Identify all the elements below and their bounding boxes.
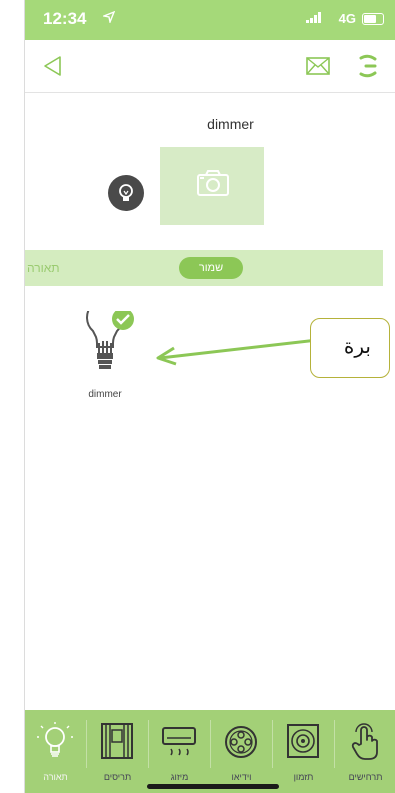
window-blinds-icon [101, 723, 133, 759]
signal-icon [306, 12, 321, 23]
tab-label: תריסים [103, 772, 132, 782]
back-icon[interactable] [41, 54, 65, 78]
tab-air-conditioning[interactable]: מיזוג [149, 710, 210, 793]
tab-label: וידיאו [231, 772, 252, 782]
app-screen: 12:34 4G dimmer תאורה שמור dimmer תאורה … [24, 0, 395, 793]
tab-blinds[interactable]: תריסים [87, 710, 148, 793]
annotation-callout: برة [310, 318, 390, 378]
tab-label: תאורה [43, 772, 68, 782]
category-bar: תאורה שמור [25, 250, 383, 286]
top-nav-bar [25, 40, 395, 93]
tab-video[interactable]: וידיאו [211, 710, 272, 793]
home-indicator [147, 784, 279, 789]
tab-scenarios[interactable]: תרחישים [335, 710, 395, 793]
device-photo-placeholder[interactable] [160, 147, 264, 225]
bottom-tab-bar: תאורה תריסים מיזוג וידיאו תזמון תרחישים [25, 710, 395, 793]
callout-text: برة [343, 334, 371, 358]
battery-icon [362, 13, 384, 25]
device-tile-label: dimmer [88, 389, 122, 400]
timer-icon [287, 724, 319, 758]
device-title: dimmer [207, 116, 254, 132]
status-bar: 12:34 4G [25, 0, 395, 40]
lightbulb-icon [37, 722, 73, 757]
mail-icon[interactable] [305, 54, 331, 78]
device-tile-dimmer[interactable]: dimmer [65, 298, 145, 403]
lightbulb-icon [86, 298, 134, 369]
status-time: 12:34 [43, 9, 87, 28]
location-arrow-icon [103, 11, 115, 23]
category-label: תאורה [27, 261, 60, 275]
film-reel-icon [225, 726, 257, 758]
lightbulb-icon[interactable] [108, 175, 144, 211]
tab-label: תזמון [293, 772, 314, 782]
refresh-icon[interactable] [357, 52, 379, 80]
tab-label: תרחישים [348, 772, 383, 782]
air-conditioner-icon [162, 727, 196, 756]
network-type: 4G [338, 11, 356, 26]
touch-hand-icon [351, 723, 378, 760]
tab-lighting[interactable]: תאורה [25, 710, 86, 793]
camera-icon [197, 170, 229, 196]
tab-label: מיזוג [170, 772, 189, 782]
save-button[interactable]: שמור [179, 257, 243, 279]
tab-timer[interactable]: תזמון [273, 710, 334, 793]
